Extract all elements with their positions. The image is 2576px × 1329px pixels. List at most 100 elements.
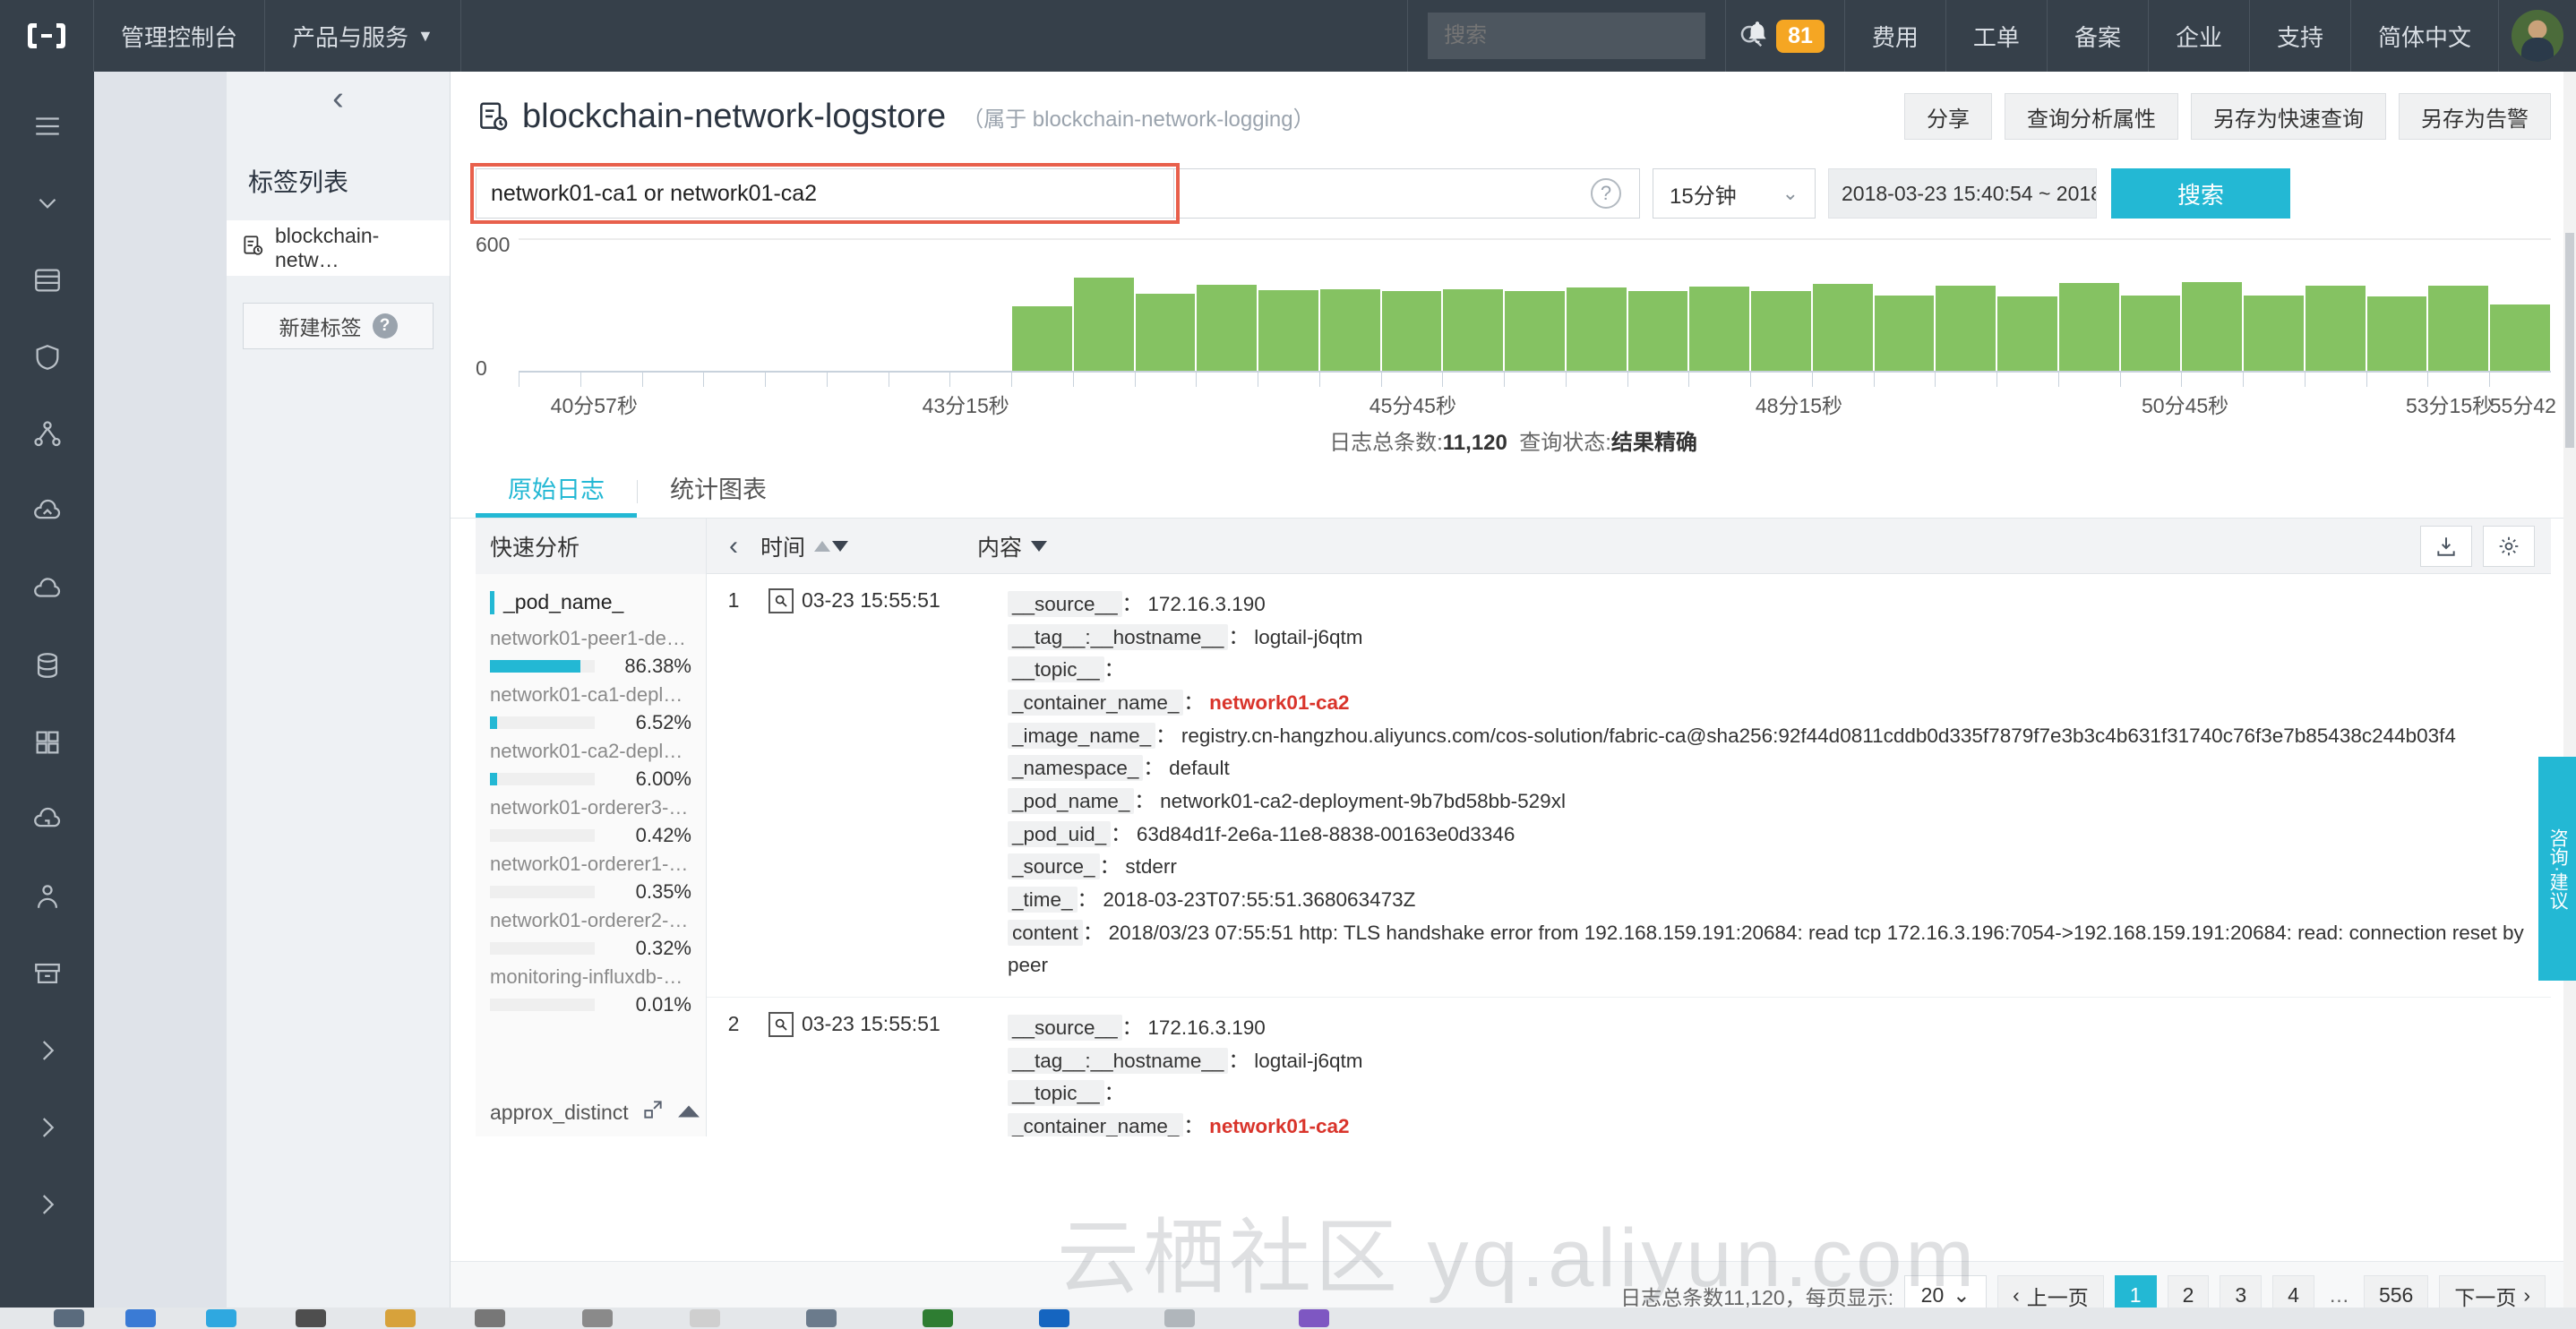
log-field-key[interactable]: content — [1008, 919, 1083, 946]
global-search-box[interactable] — [1428, 13, 1763, 59]
nav-console[interactable]: 管理控制台 — [94, 0, 266, 72]
caret-up-icon[interactable] — [814, 540, 831, 552]
column-time[interactable]: 时间 — [760, 530, 966, 562]
nav-item-0[interactable]: 费用 — [1845, 0, 1946, 72]
log-field-key[interactable]: __tag__:__hostname__ — [1008, 623, 1229, 650]
quick-analysis-entry-label[interactable]: network01-orderer3-deploy… — [490, 796, 691, 819]
cube-icon[interactable] — [0, 704, 94, 781]
chevron-right-icon-1[interactable] — [0, 1012, 94, 1089]
log-field-key[interactable]: __source__ — [1008, 591, 1122, 617]
nav-item-2[interactable]: 备案 — [2048, 0, 2149, 72]
nav-item-1[interactable]: 工单 — [1946, 0, 2048, 72]
log-field-key[interactable]: _container_name_ — [1008, 690, 1184, 716]
caret-down-icon[interactable] — [1031, 540, 1048, 552]
log-field-key[interactable]: _source_ — [1008, 853, 1100, 880]
chevron-right-icon-2[interactable] — [0, 1089, 94, 1166]
nav-item-4[interactable]: 支持 — [2250, 0, 2351, 72]
column-content[interactable]: 内容 — [977, 530, 1048, 562]
time-range-select[interactable]: 15分钟 ⌄ — [1653, 168, 1816, 219]
query-input-wrapper[interactable] — [470, 163, 1180, 224]
log-field-key[interactable]: _pod_name_ — [1008, 788, 1135, 815]
help-icon[interactable]: ? — [372, 313, 398, 339]
back-chevron-icon[interactable]: ‹ — [227, 72, 450, 125]
chevron-down-icon: ▼ — [417, 26, 434, 45]
tab-raw-logs[interactable]: 原始日志 — [476, 470, 637, 518]
shield-icon[interactable] — [0, 319, 94, 396]
log-field-key[interactable]: _image_name_ — [1008, 722, 1156, 749]
log-field-key[interactable]: __tag__:__hostname__ — [1008, 1047, 1229, 1074]
log-field: _image_name_： registry.cn-hangzhou.aliyu… — [1008, 720, 2531, 753]
chart-tick — [1011, 373, 1073, 387]
tab-statistics-chart[interactable]: 统计图表 — [638, 470, 799, 518]
caret-up-icon[interactable] — [677, 1101, 700, 1126]
consult-suggest-tab[interactable]: 咨询·建议 — [2538, 757, 2576, 981]
quick-analysis-entry-label[interactable]: network01-orderer2-deploy… — [490, 909, 691, 932]
chart-tick — [2427, 373, 2489, 387]
dashboard-icon[interactable] — [0, 242, 94, 319]
download-icon[interactable] — [2420, 525, 2472, 567]
expand-icon[interactable] — [641, 1098, 665, 1128]
save-as-quick-query-button[interactable]: 另存为快速查询 — [2191, 93, 2386, 140]
chart-tick — [1442, 373, 1504, 387]
chart-bar — [1936, 286, 1996, 371]
magnifier-icon[interactable] — [760, 588, 802, 982]
gear-icon[interactable] — [2483, 525, 2535, 567]
chart-tick — [1072, 373, 1135, 387]
back-chevron-icon[interactable]: ‹ — [707, 531, 760, 562]
cloud-upload-icon[interactable] — [0, 473, 94, 550]
cloud-icon[interactable] — [0, 550, 94, 627]
global-search-input[interactable] — [1428, 23, 1739, 48]
aliyun-logo-icon[interactable] — [0, 0, 94, 72]
column-time-label: 时间 — [760, 535, 806, 561]
log-field-key[interactable]: __topic__ — [1008, 656, 1104, 683]
query-input[interactable] — [491, 180, 1159, 207]
cloud-sync-icon[interactable] — [0, 781, 94, 858]
log-field-key[interactable]: _time_ — [1008, 887, 1078, 913]
chart-tick — [580, 373, 642, 387]
nav-item-3[interactable]: 企业 — [2149, 0, 2250, 72]
question-circle-icon[interactable]: ? — [1591, 178, 1621, 209]
caret-down-icon[interactable] — [832, 540, 849, 552]
database-icon[interactable] — [0, 627, 94, 704]
save-as-alarm-button[interactable]: 另存为告警 — [2399, 93, 2551, 140]
log-field-separator: ： — [1155, 724, 1176, 747]
quick-analysis-entry-label[interactable]: network01-orderer1-deploy… — [490, 853, 691, 876]
search-button[interactable]: 搜索 — [2111, 168, 2290, 219]
new-tag-button[interactable]: 新建标签 ? — [243, 303, 434, 349]
date-range-field[interactable]: 2018-03-23 15:40:54 ~ 2018-03-23 15:55 — [1828, 168, 2097, 219]
log-field-key[interactable]: __source__ — [1008, 1015, 1122, 1042]
nav-products[interactable]: 产品与服务 ▼ — [265, 0, 461, 72]
sort-controls[interactable] — [814, 540, 849, 552]
chart-bar — [2244, 296, 2304, 371]
quick-analysis-bar-track — [490, 829, 595, 842]
quick-analysis-field[interactable]: _pod_name_ — [490, 590, 691, 614]
magnifier-icon[interactable] — [760, 1012, 802, 1136]
chart-tick — [2119, 373, 2182, 387]
log-field-key[interactable]: _container_name_ — [1008, 1113, 1184, 1136]
log-field-key[interactable]: _pod_uid_ — [1008, 820, 1112, 847]
sidebar-item-logstore[interactable]: blockchain-netw… — [227, 220, 450, 276]
menu-icon[interactable] — [0, 88, 94, 165]
quick-analysis-entry-label[interactable]: network01-ca1-deployment… — [490, 683, 691, 707]
chart-bar — [1319, 288, 1380, 371]
quick-analysis-percent: 0.01% — [635, 993, 691, 1016]
avatar[interactable] — [2499, 0, 2576, 72]
log-field-key[interactable]: __topic__ — [1008, 1080, 1104, 1107]
quick-analysis-entry-label[interactable]: monitoring-influxdb-6d58d4… — [490, 965, 691, 989]
notifications[interactable]: 81 — [1726, 0, 1845, 72]
chevron-right-icon-3[interactable] — [0, 1166, 94, 1243]
results-area: 快速分析 _pod_name_ network01-peer1-deployme… — [451, 519, 2576, 1136]
share-button[interactable]: 分享 — [1904, 93, 1992, 140]
chevron-down-icon[interactable] — [0, 165, 94, 242]
quick-analysis-entry-label[interactable]: network01-peer1-deployme… — [490, 627, 691, 650]
person-icon[interactable] — [0, 858, 94, 935]
nav-item-language[interactable]: 简体中文 — [2351, 0, 2499, 72]
page-scrollbar[interactable] — [2563, 72, 2576, 1329]
chart-bar — [1012, 306, 1072, 371]
query-analysis-props-button[interactable]: 查询分析属性 — [2005, 93, 2178, 140]
quick-analysis-entry-label[interactable]: network01-ca2-deployment… — [490, 740, 691, 763]
archive-icon[interactable] — [0, 935, 94, 1012]
log-field-key[interactable]: _namespace_ — [1008, 755, 1144, 782]
share-nodes-icon[interactable] — [0, 396, 94, 473]
log-field: _source_： stderr — [1008, 851, 2531, 884]
